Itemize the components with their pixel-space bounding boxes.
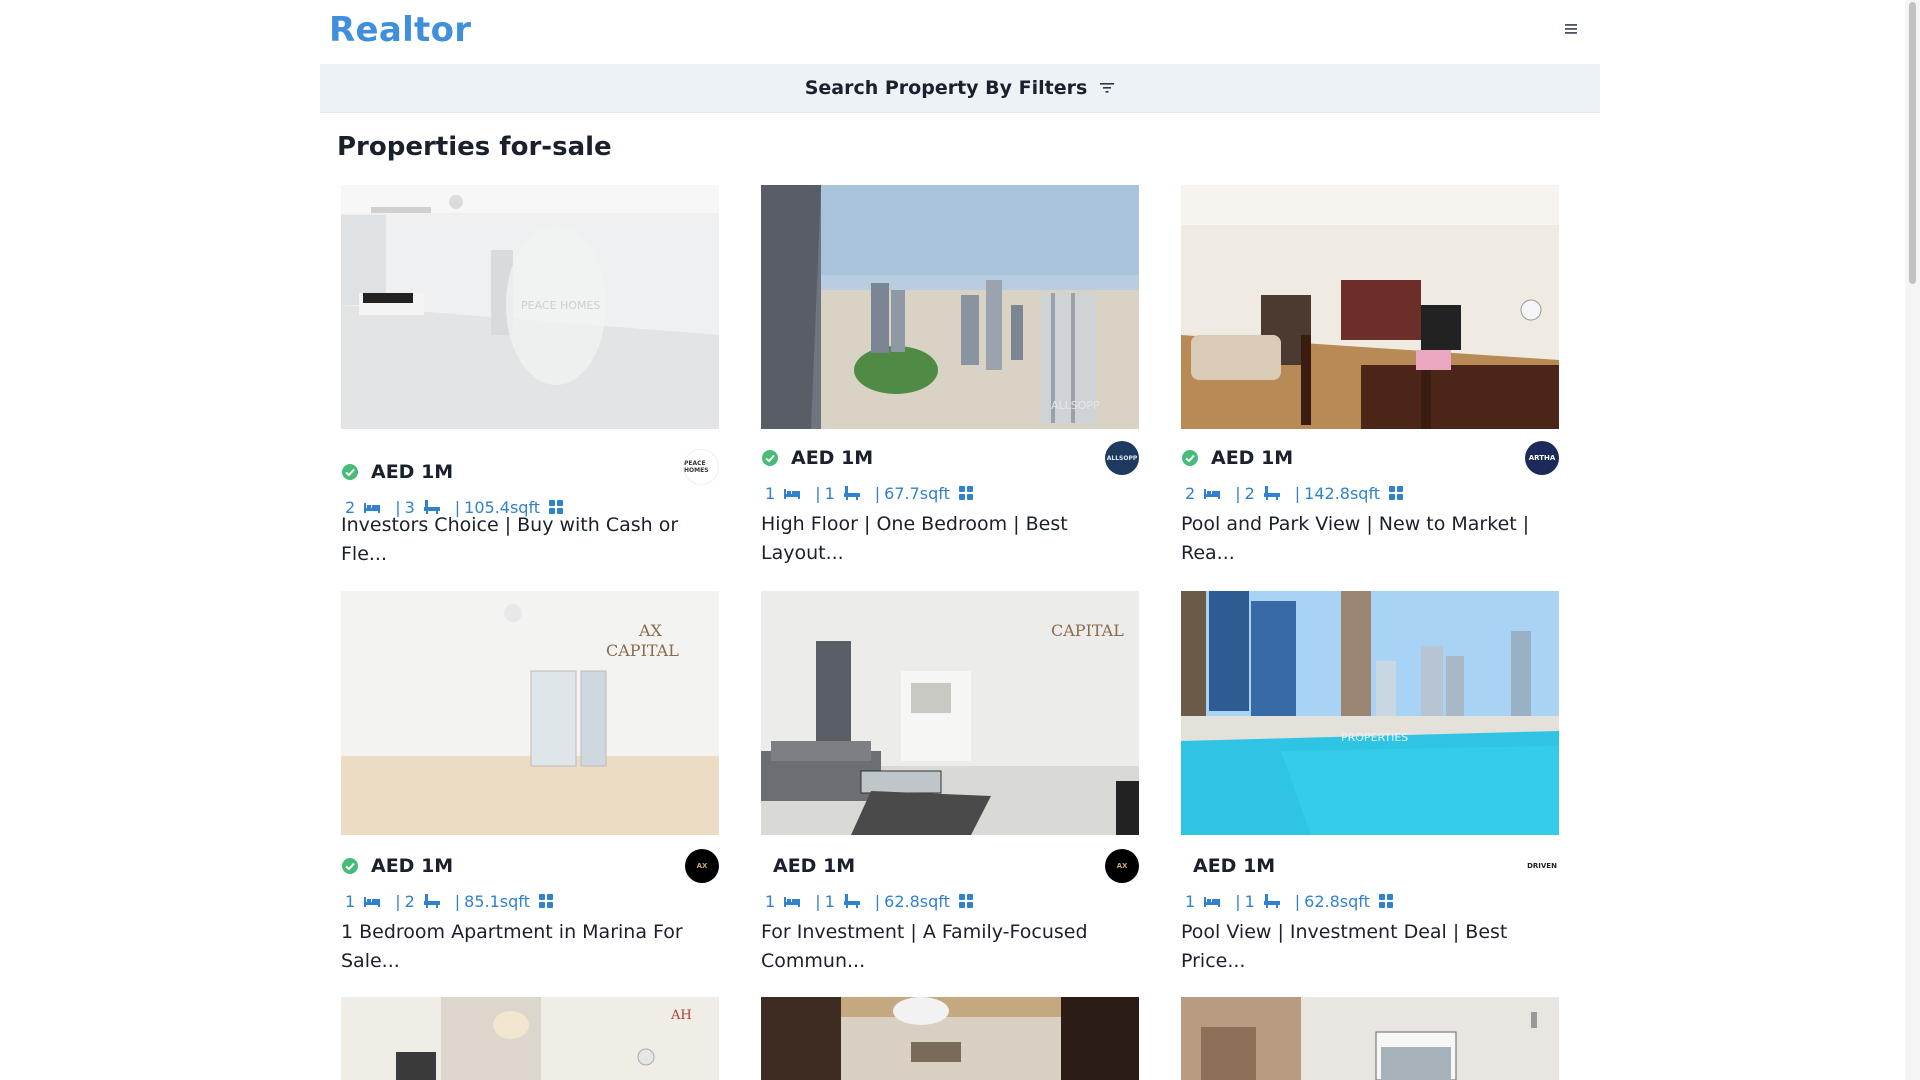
watermark-text: CAPITAL [1051, 621, 1124, 640]
area-size: 62.8sqft [884, 891, 950, 911]
watermark-text: ALLSOPP [1051, 399, 1100, 412]
bedrooms-count: 1 [345, 891, 356, 911]
property-price: AED 1M [371, 461, 454, 483]
hamburger-icon [1565, 24, 1577, 34]
bathrooms-count: 1 [1244, 891, 1255, 911]
area-grid-icon [538, 894, 553, 908]
property-price: AED 1M [791, 447, 874, 469]
property-photo[interactable] [761, 997, 1139, 1080]
area-size: 85.1sqft [464, 891, 530, 911]
app-logo[interactable]: Realtor [329, 10, 471, 50]
property-price: AED 1M [1211, 447, 1294, 469]
watermark-text: PROPERTIES [1341, 731, 1408, 744]
area-size: 142.8sqft [1304, 483, 1381, 503]
area-grid-icon [1389, 486, 1404, 500]
bathrooms-count: 1 [824, 891, 835, 911]
area-grid-icon [1378, 894, 1393, 908]
watermark-logo: AX [638, 621, 663, 640]
property-photo[interactable]: AH [341, 997, 719, 1080]
property-photo[interactable]: ALLSOPP [761, 185, 1139, 429]
bathrooms-count: 1 [824, 483, 835, 503]
area-grid-icon [958, 486, 973, 500]
property-title[interactable]: Pool and Park View | New to Market | Rea… [1181, 510, 1559, 568]
filter-bar-label: Search Property By Filters [804, 77, 1088, 99]
bed-icon [784, 897, 801, 907]
bed-icon [1204, 489, 1221, 499]
watermark-logo: AH [670, 1008, 692, 1023]
filter-icon [1100, 83, 1115, 93]
property-price: AED 1M [1193, 855, 1276, 877]
page-heading: Properties for-sale [337, 132, 612, 162]
search-filters-toggle[interactable]: Search Property By Filters [320, 64, 1600, 113]
property-title[interactable]: For Investment | A Family-Focused Commun… [761, 918, 1139, 976]
bedrooms-count: 2 [1185, 483, 1196, 503]
agency-avatar: PEACE HOMES [683, 449, 719, 485]
bedrooms-count: 1 [765, 891, 776, 911]
bath-icon [1263, 894, 1280, 908]
property-photo[interactable]: PEACE HOMES [341, 185, 719, 429]
hamburger-menu-button[interactable] [1560, 18, 1582, 40]
agency-avatar: ALLSOPP [1105, 441, 1139, 475]
property-title[interactable]: 1 Bedroom Apartment in Marina For Sale..… [341, 918, 719, 976]
bathrooms-count: 2 [1244, 483, 1255, 503]
bedrooms-count: 1 [1185, 891, 1196, 911]
bath-icon [423, 894, 440, 908]
verified-check-icon [342, 858, 358, 874]
property-price: AED 1M [773, 855, 856, 877]
agency-avatar: AX [1105, 849, 1139, 883]
property-photo[interactable] [1181, 997, 1559, 1080]
bedrooms-count: 1 [765, 483, 776, 503]
verified-check-icon [1182, 450, 1198, 466]
agency-avatar: AX [685, 849, 719, 883]
bath-icon [1263, 486, 1280, 500]
agency-avatar: DRIVEN [1525, 849, 1559, 883]
property-photo[interactable]: PROPERTIES [1181, 591, 1559, 835]
property-photo[interactable]: CAPITAL [761, 591, 1139, 835]
watermark-text: CAPITAL [606, 641, 679, 660]
verified-check-icon [762, 450, 778, 466]
property-title[interactable]: High Floor | One Bedroom | Best Layout..… [761, 510, 1139, 568]
bath-icon [843, 894, 860, 908]
scrollbar-thumb[interactable] [1909, 2, 1916, 284]
bed-icon [784, 489, 801, 499]
bath-icon [843, 486, 860, 500]
area-size: 67.7sqft [884, 483, 950, 503]
verified-check-icon [342, 464, 358, 480]
bed-icon [364, 897, 381, 907]
agency-avatar: ARTHA [1525, 441, 1559, 475]
property-title[interactable]: Investors Choice | Buy with Cash or Fle.… [341, 511, 719, 569]
area-grid-icon [958, 894, 973, 908]
property-photo[interactable]: CAPITAL AX [341, 591, 719, 835]
bed-icon [1204, 897, 1221, 907]
area-size: 62.8sqft [1304, 891, 1370, 911]
property-title[interactable]: Pool View | Investment Deal | Best Price… [1181, 918, 1559, 976]
bathrooms-count: 2 [404, 891, 415, 911]
watermark-text: PEACE HOMES [521, 299, 600, 312]
property-photo[interactable] [1181, 185, 1559, 429]
property-price: AED 1M [371, 855, 454, 877]
page-scrollbar[interactable] [1905, 0, 1920, 1080]
